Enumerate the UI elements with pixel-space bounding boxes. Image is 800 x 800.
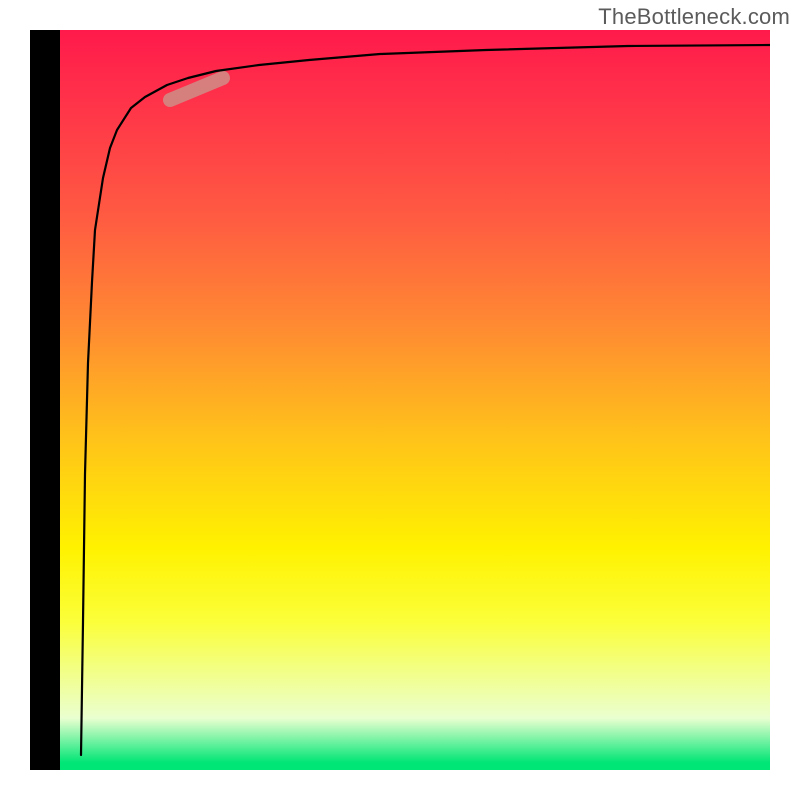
plot-area bbox=[60, 30, 770, 770]
chart-frame bbox=[30, 30, 770, 770]
attribution-label: TheBottleneck.com bbox=[598, 4, 790, 30]
bottleneck-curve bbox=[81, 45, 770, 755]
curve-layer bbox=[60, 30, 770, 770]
stage: TheBottleneck.com bbox=[0, 0, 800, 800]
